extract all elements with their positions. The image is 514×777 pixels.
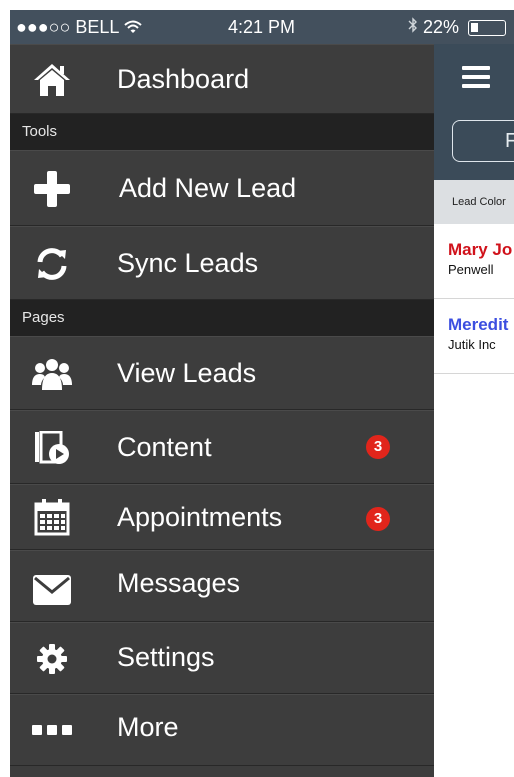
battery-icon: [468, 20, 507, 36]
carrier-group: ●●●○○ BELL: [16, 17, 142, 38]
menu-item-label: Add New Lead: [119, 173, 297, 203]
wifi-icon: [124, 20, 142, 33]
content-play-icon: [32, 428, 72, 468]
status-right-group: 22%: [408, 17, 507, 38]
lead-company: Penwell: [448, 262, 494, 277]
menu-item-label: Messages: [117, 568, 241, 598]
envelope-icon: [32, 570, 72, 610]
menu-item-more[interactable]: More: [10, 694, 434, 766]
menu-item-label: More: [117, 712, 179, 742]
status-time: 4:21 PM: [228, 17, 296, 37]
lead-name: Meredit: [448, 315, 509, 334]
menu-item-sync-leads[interactable]: Sync Leads: [10, 226, 434, 300]
lead-row[interactable]: Meredit Jutik Inc: [434, 299, 514, 374]
section-header-tools: Tools: [10, 114, 434, 150]
menu-item-dashboard[interactable]: Dashboard: [10, 44, 434, 114]
menu-item-messages[interactable]: Messages: [10, 550, 434, 622]
battery-percent: 22%: [423, 17, 460, 37]
plus-icon: [32, 169, 72, 209]
section-header-pages: Pages: [10, 300, 434, 336]
lead-color-header: Lead Color: [434, 180, 514, 224]
lead-name: Mary Jo: [448, 240, 513, 259]
users-icon: [32, 354, 72, 394]
menu-item-view-leads[interactable]: View Leads: [10, 336, 434, 410]
main-screen: F Lead Color Mary Jo Penwell Meredit Jut…: [434, 44, 514, 777]
menu-item-content[interactable]: Content 3: [10, 410, 434, 484]
hamburger-menu-icon[interactable]: [462, 66, 490, 93]
home-icon: [32, 60, 72, 100]
menu-item-settings[interactable]: Settings: [10, 622, 434, 694]
menu-item-label: Dashboard: [117, 64, 250, 94]
menu-item-label: Sync Leads: [117, 248, 259, 278]
side-menu: Dashboard Tools Add New Lead Sync Leads …: [10, 44, 434, 777]
notification-badge: 3: [366, 435, 390, 459]
lead-company: Jutik Inc: [448, 337, 496, 352]
lead-row[interactable]: Mary Jo Penwell: [434, 224, 514, 299]
menu-item-label: Settings: [117, 642, 215, 672]
menu-item-label: Content: [117, 432, 212, 462]
ellipsis-icon: [32, 710, 72, 750]
gear-icon: [32, 639, 72, 679]
bluetooth-icon: [408, 17, 417, 33]
menu-item-appointments[interactable]: Appointments 3: [10, 484, 434, 550]
calendar-icon: [32, 497, 72, 537]
menu-item-label: Appointments: [117, 502, 283, 532]
menu-item-add-new-lead[interactable]: Add New Lead: [10, 150, 434, 226]
notification-badge: 3: [366, 507, 390, 531]
sync-icon: [32, 244, 72, 284]
carrier-label: ●●●○○ BELL: [16, 17, 119, 37]
menu-item-label: View Leads: [117, 358, 257, 388]
main-header: F: [434, 44, 514, 180]
filter-button[interactable]: F: [452, 120, 514, 162]
status-bar: ●●●○○ BELL 4:21 PM 22%: [10, 10, 514, 44]
